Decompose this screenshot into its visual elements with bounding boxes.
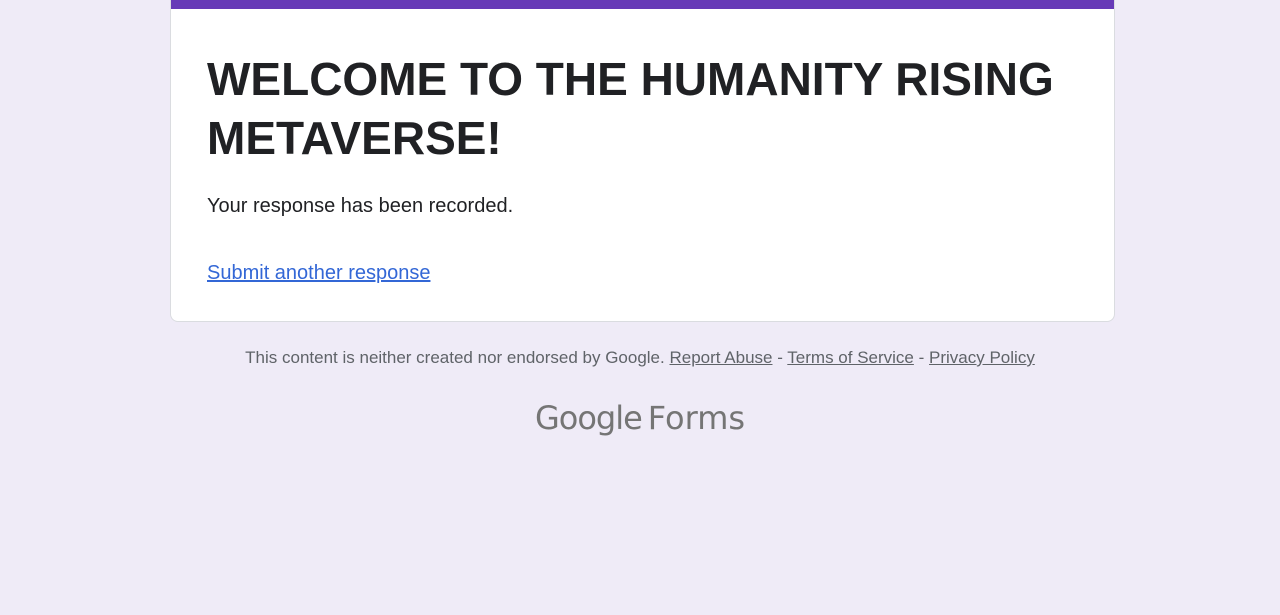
footer-separator: - (777, 348, 788, 367)
footer-disclaimer: This content is neither created nor endo… (245, 348, 670, 367)
footer-separator: - (918, 348, 930, 367)
google-forms-logo[interactable]: Google Forms (0, 398, 1280, 438)
confirmation-message: Your response has been recorded. (207, 195, 514, 217)
google-wordmark: Google (534, 399, 643, 437)
form-title: WELCOME TO THE HUMANITY RISING METAVERSE… (207, 53, 1054, 164)
confirmation-card: WELCOME TO THE HUMANITY RISING METAVERSE… (170, 0, 1115, 322)
report-abuse-link[interactable]: Report Abuse (669, 348, 772, 367)
privacy-policy-link[interactable]: Privacy Policy (929, 348, 1035, 367)
page: WELCOME TO THE HUMANITY RISING METAVERSE… (0, 0, 1280, 615)
forms-wordmark: Forms (647, 399, 746, 437)
card-accent-bar (171, 0, 1114, 9)
terms-of-service-link[interactable]: Terms of Service (787, 348, 914, 367)
footer: This content is neither created nor endo… (0, 346, 1280, 370)
submit-another-response-link[interactable]: Submit another response (207, 260, 430, 286)
